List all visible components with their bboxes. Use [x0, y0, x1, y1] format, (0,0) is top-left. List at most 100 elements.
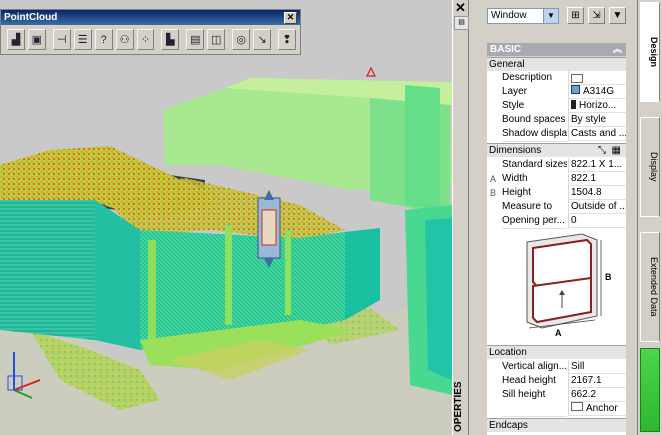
palette-title: OPERTIES — [453, 381, 464, 432]
section-general-label: General — [489, 59, 525, 70]
prop-value[interactable]: 822.1 — [568, 172, 626, 186]
prop-row-bound-spaces[interactable]: Bound spaces By style — [487, 113, 626, 128]
prop-label: Bound spaces — [502, 113, 567, 128]
prop-value[interactable]: A314G — [568, 85, 626, 99]
prop-value[interactable]: 662.2 — [568, 388, 626, 402]
section-location-label: Location — [489, 347, 527, 358]
section-line-icon[interactable]: ⊣ — [52, 29, 71, 50]
prop-label: Height — [502, 186, 567, 201]
dimensions-image-icon[interactable]: ▦ — [612, 144, 621, 157]
prop-row-description[interactable]: Description — [487, 71, 626, 86]
tab-color-indicator[interactable] — [640, 348, 660, 432]
layer-color-icon — [571, 85, 580, 94]
paste-icon[interactable]: ↘ — [253, 29, 272, 50]
tab-design[interactable]: Design — [640, 2, 660, 102]
prop-row-width[interactable]: A Width 822.1 — [487, 172, 626, 187]
drawing-viewport[interactable] — [0, 0, 452, 435]
description-edit-icon[interactable] — [571, 74, 583, 83]
prop-row-shadow-display[interactable]: Shadow display Casts and ... — [487, 127, 626, 142]
section-location[interactable]: Location — [487, 345, 626, 359]
prop-label: Sill height — [502, 388, 567, 403]
layer-icon[interactable]: ▤ — [186, 29, 205, 50]
prop-row-style[interactable]: Style Horizo... — [487, 99, 626, 114]
prop-row-head-height[interactable]: Head height 2167.1 — [487, 374, 626, 389]
pointcloud-toolbar-title[interactable]: PointCloud ✕ — [1, 10, 300, 25]
section-dimensions[interactable]: Dimensions ⤡ ▦ — [487, 143, 626, 157]
pointcloud-scene — [0, 0, 452, 435]
window-dimension-diagram: B A — [487, 230, 626, 343]
scatter-icon[interactable]: ⁘ — [136, 29, 155, 50]
prop-label: Head height — [502, 374, 567, 389]
section-endcaps[interactable]: Endcaps — [487, 418, 626, 432]
chevron-up-icon[interactable]: ︽ — [613, 43, 622, 56]
prop-row-standard-sizes[interactable]: Standard sizes 822.1 X 1... — [487, 158, 626, 173]
prop-label: Standard sizes — [502, 158, 567, 173]
prop-value[interactable]: 0 — [568, 214, 626, 228]
prop-value[interactable]: Anchor — [568, 402, 626, 416]
quick-select-icon[interactable]: ⇲ — [588, 7, 605, 24]
prop-value[interactable]: Sill — [568, 360, 626, 374]
prop-row-layer[interactable]: Layer A314G — [487, 85, 626, 100]
list-icon[interactable]: ☰ — [73, 29, 92, 50]
chevron-down-icon[interactable]: ▼ — [543, 9, 558, 23]
section-general[interactable]: General — [487, 57, 626, 71]
prop-mark: B — [490, 188, 497, 198]
prop-label: Opening per... — [502, 214, 567, 229]
prop-row-anchor[interactable]: Anchor — [487, 402, 626, 417]
prop-value[interactable]: By style — [568, 113, 626, 127]
prop-row-measure-to[interactable]: Measure to Outside of ... — [487, 200, 626, 215]
prop-value[interactable]: Outside of ... — [568, 200, 626, 214]
prop-label — [502, 402, 567, 417]
anchor-icon[interactable] — [571, 402, 583, 411]
import-icon[interactable]: ▙ — [161, 29, 180, 50]
style-swatch-icon — [571, 100, 576, 109]
palette-menu-icon[interactable]: ▤ — [454, 16, 469, 30]
prop-value[interactable]: Horizo... — [568, 99, 626, 113]
tab-extended-data[interactable]: Extended Data — [640, 232, 660, 342]
layer-value: A314G — [583, 86, 615, 97]
section-dimensions-label: Dimensions — [489, 145, 542, 156]
orbit-icon[interactable]: ◎ — [232, 29, 251, 50]
pointcloud-toolbar[interactable]: PointCloud ✕ ▟ ▣ ⊣ ☰ ? ⚇ ⁘ ▙ ▤ ◫ ◎ ↘ ❢ — [0, 9, 301, 55]
prop-label: Description — [502, 71, 567, 86]
prop-label: Style — [502, 99, 567, 114]
help-icon[interactable]: ? — [94, 29, 113, 50]
prop-label: Width — [502, 172, 567, 187]
close-icon[interactable]: ✕ — [455, 0, 466, 16]
properties-palette-strip[interactable]: ✕ ▤ OPERTIES — [452, 0, 469, 435]
prop-value[interactable]: 1504.8 — [568, 186, 626, 200]
prop-row-height[interactable]: B Height 1504.8 — [487, 186, 626, 201]
section-endcaps-label: Endcaps — [489, 420, 528, 431]
object-type-value: Window — [491, 10, 527, 21]
prop-value[interactable]: Casts and ... — [568, 127, 626, 141]
prop-value[interactable] — [568, 71, 626, 85]
tag-icon[interactable]: ◫ — [207, 29, 226, 50]
filter-icon[interactable]: ▼ — [609, 7, 626, 24]
tab-display[interactable]: Display — [640, 117, 660, 217]
diagram-label-a: A — [555, 328, 562, 338]
pointcloud-index-icon[interactable]: ▣ — [27, 29, 46, 50]
bulb-icon[interactable]: ❢ — [278, 29, 296, 50]
edit-dimensions-icon[interactable]: ⤡ — [598, 144, 606, 157]
object-type-select[interactable]: Window ▼ — [487, 8, 559, 24]
prop-label: Measure to — [502, 200, 567, 215]
prop-value[interactable]: 2167.1 — [568, 374, 626, 388]
prop-row-vertical-alignment[interactable]: Vertical align... Sill — [487, 360, 626, 375]
prop-value[interactable]: 822.1 X 1... — [568, 158, 626, 172]
palette-header: Window ▼ ⊞ ⇲ ▼ — [469, 0, 637, 38]
prop-row-opening-percent[interactable]: Opening per... 0 — [487, 214, 626, 229]
crop-icon[interactable]: ⚇ — [115, 29, 134, 50]
prop-label: Shadow display — [502, 127, 567, 142]
anchor-value: Anchor — [586, 403, 618, 414]
basic-category-header[interactable]: BASIC ︽ — [487, 43, 626, 56]
prop-mark: A — [490, 174, 497, 184]
select-objects-icon[interactable]: ⊞ — [567, 7, 584, 24]
prop-label: Vertical align... — [502, 360, 567, 375]
close-icon[interactable]: ✕ — [284, 12, 297, 24]
pointcloud-attach-icon[interactable]: ▟ — [7, 29, 25, 50]
prop-row-sill-height[interactable]: Sill height 662.2 — [487, 388, 626, 403]
diagram-label-b: B — [605, 272, 612, 282]
prop-label: Layer — [502, 85, 567, 100]
window-diagram-illustration: B A — [526, 233, 612, 338]
style-value: Horizo... — [579, 100, 617, 111]
